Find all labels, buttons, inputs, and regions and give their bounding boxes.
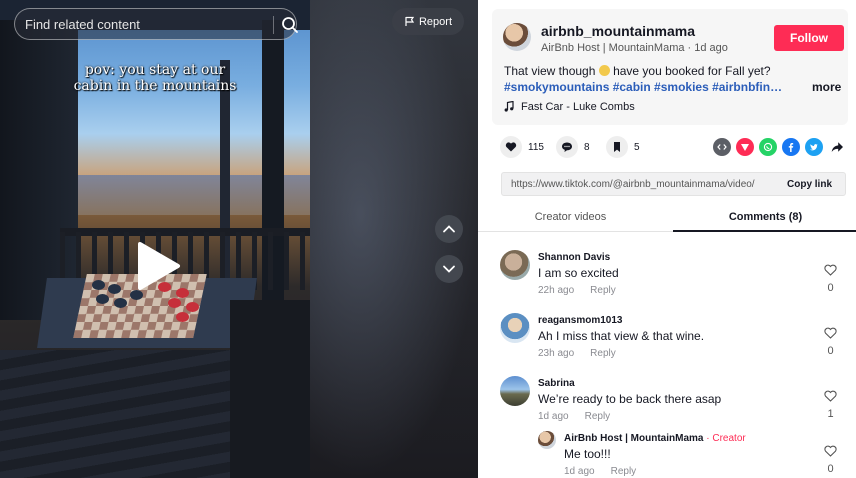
heart-outline-icon[interactable] — [824, 327, 837, 339]
heart-outline-icon[interactable] — [824, 264, 837, 276]
music-note-icon — [504, 101, 514, 112]
tab-comments[interactable]: Comments (8) — [673, 205, 856, 232]
checker-piece — [168, 298, 181, 308]
search-input[interactable] — [25, 17, 255, 32]
whatsapp-icon[interactable] — [759, 138, 777, 156]
search-divider — [273, 16, 274, 34]
like-button[interactable]: 115 — [500, 136, 544, 158]
commenter-name[interactable]: Sabrina — [538, 378, 575, 389]
video-frame[interactable]: pov: you stay at our cabin in the mounta… — [0, 0, 310, 478]
comment-time: 22h ago — [538, 285, 575, 296]
video-player[interactable]: pov: you stay at our cabin in the mounta… — [0, 0, 478, 478]
commenter-name[interactable]: Shannon Davis — [538, 252, 610, 263]
facebook-icon[interactable] — [782, 138, 800, 156]
checker-piece — [96, 294, 109, 304]
post-text-part: have you booked for Fall yet? — [609, 64, 771, 78]
checker-piece — [176, 312, 189, 322]
commenter-name[interactable]: reagansmom1013 — [538, 315, 623, 326]
caption-line: pov: you stay at our — [84, 62, 226, 78]
comment-like-count: 0 — [827, 282, 834, 294]
post-hashtags[interactable]: #smokymountains #cabin #smokies #airbnbf… — [504, 80, 786, 94]
emoji-icon — [598, 65, 610, 76]
creator-avatar[interactable] — [538, 431, 556, 449]
music-title[interactable]: Fast Car - Luke Combs — [521, 101, 635, 113]
more-button[interactable]: more — [812, 80, 841, 94]
tab-creator-videos[interactable]: Creator videos — [478, 205, 663, 232]
comment-time: 23h ago — [538, 348, 575, 359]
comment-icon — [556, 136, 578, 158]
comment-count: 8 — [584, 141, 590, 153]
video-caption-overlay: pov: you stay at our cabin in the mounta… — [0, 62, 310, 94]
search-icon[interactable] — [281, 16, 299, 34]
post-text-part: That view though — [504, 64, 599, 78]
report-label: Report — [418, 15, 453, 28]
checker-piece — [186, 302, 199, 312]
bookmark-icon — [606, 136, 628, 158]
reply-like-count: 0 — [827, 463, 834, 475]
author-subtitle: AirBnb Host | MountainMama · 1d ago — [541, 42, 728, 54]
save-button[interactable]: 5 — [606, 136, 640, 158]
previous-video-button[interactable] — [435, 215, 463, 243]
copy-link-button[interactable]: Copy link — [787, 179, 832, 190]
heart-icon — [500, 136, 522, 158]
author-avatar[interactable] — [503, 23, 531, 51]
heart-outline-icon[interactable] — [824, 390, 837, 402]
comment-like-count: 1 — [827, 408, 834, 420]
creator-badge: Creator — [712, 433, 746, 444]
caption-line: cabin in the mountains — [73, 78, 237, 94]
checker-piece — [114, 298, 127, 308]
embed-icon[interactable] — [713, 138, 731, 156]
details-panel: airbnb_mountainmama AirBnb Host | Mounta… — [478, 0, 856, 478]
reply-meta: 1d ago Reply — [564, 466, 636, 477]
commenter-avatar[interactable] — [500, 250, 530, 280]
next-video-button[interactable] — [435, 255, 463, 283]
post-description: That view though have you booked for Fal… — [504, 64, 786, 79]
send-to-friends-icon[interactable] — [736, 138, 754, 156]
like-count: 115 — [528, 141, 544, 153]
comment-text: Ah I miss that view & that wine. — [538, 329, 705, 343]
checker-piece — [92, 280, 105, 290]
reply-button[interactable]: Reply — [611, 466, 637, 477]
comment-meta: 23h ago Reply — [538, 348, 616, 359]
commenter-avatar[interactable] — [500, 313, 530, 343]
reply-author-name[interactable]: AirBnb Host | MountainMama — [564, 433, 703, 444]
post-info-card: airbnb_mountainmama AirBnb Host | Mounta… — [492, 9, 848, 125]
play-icon[interactable] — [134, 240, 182, 292]
chevron-up-icon — [443, 225, 455, 233]
heart-outline-icon[interactable] — [824, 445, 837, 457]
reply-time: 1d ago — [564, 466, 595, 477]
copy-link-box: https://www.tiktok.com/@airbnb_mountainm… — [501, 172, 846, 196]
actions-row: 115 8 5 — [492, 136, 848, 164]
comment-text: We’re ready to be back there asap — [538, 392, 722, 406]
reply-text: Me too!!! — [564, 447, 611, 461]
save-count: 5 — [634, 141, 640, 153]
comments-tabs: Creator videos Comments (8) — [478, 205, 856, 232]
comment-button[interactable]: 8 — [556, 136, 590, 158]
comment-meta: 1d ago Reply — [538, 411, 610, 422]
author-username[interactable]: airbnb_mountainmama — [541, 23, 695, 39]
reply-button[interactable]: Reply — [585, 411, 611, 422]
comment-time: 1d ago — [538, 411, 569, 422]
twitter-icon[interactable] — [805, 138, 823, 156]
scene-chair — [230, 300, 310, 478]
comment-like-count: 0 — [827, 345, 834, 357]
commenter-avatar[interactable] — [500, 376, 530, 406]
flag-icon — [405, 16, 415, 26]
search-bar[interactable] — [14, 8, 299, 40]
reply-button[interactable]: Reply — [590, 285, 616, 296]
reply-author-line: AirBnb Host | MountainMama · Creator — [564, 433, 746, 444]
comment-meta: 22h ago Reply — [538, 285, 616, 296]
follow-button[interactable]: Follow — [774, 25, 844, 51]
video-link-url[interactable]: https://www.tiktok.com/@airbnb_mountainm… — [511, 179, 773, 190]
share-arrow-icon[interactable] — [828, 138, 846, 156]
checker-piece — [108, 284, 121, 294]
reply-button[interactable]: Reply — [590, 348, 616, 359]
report-button[interactable]: Report — [392, 8, 464, 35]
chevron-down-icon — [443, 265, 455, 273]
comment-text: I am so excited — [538, 266, 619, 280]
